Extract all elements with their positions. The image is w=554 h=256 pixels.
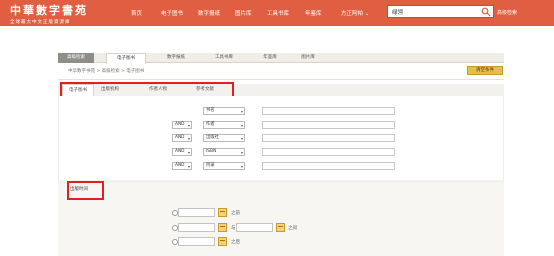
advanced-search-link[interactable]: 高级检索 <box>497 9 517 16</box>
search-input[interactable] <box>392 8 472 16</box>
field-select-value: 作者 <box>206 122 215 127</box>
nav-item-ebooks[interactable]: 电子图书 <box>161 9 183 17</box>
reset-conditions-button[interactable]: 清空条件 <box>467 66 503 75</box>
tab-advanced-search[interactable]: 高级检索 <box>58 53 94 63</box>
search-term-input[interactable] <box>262 121 395 129</box>
nav-item-yearbooks[interactable]: 年鉴库 <box>305 9 322 17</box>
operator-select-value: AND <box>175 135 185 140</box>
tab-yearbooks[interactable]: 年鉴库 <box>252 53 288 63</box>
operator-select[interactable]: AND ▾ <box>172 162 192 170</box>
field-select[interactable]: 作者 ▾ <box>203 121 245 129</box>
nav-item-reference[interactable]: 工具书库 <box>267 9 289 17</box>
calendar-icon[interactable] <box>218 208 227 217</box>
nav-item-newspapers[interactable]: 数字报纸 <box>198 9 220 17</box>
chevron-down-icon: ⌄ <box>364 11 370 17</box>
operator-select[interactable]: AND ▾ <box>172 121 192 129</box>
breadcrumb-current: 电子图书 <box>126 69 145 74</box>
nav-item-images[interactable]: 图片库 <box>235 9 252 17</box>
chevron-down-icon: ▾ <box>240 136 243 141</box>
divider <box>58 79 504 80</box>
date-input-from[interactable] <box>178 223 215 232</box>
breadcrumb-home[interactable]: 中华数字书苑 <box>68 69 95 74</box>
operator-select-value: AND <box>175 163 185 168</box>
header-bar: 中華數字書苑 全球最大中文正版資源庫 首页 电子图书 数字报纸 图片库 工具书库… <box>0 0 554 26</box>
chevron-down-icon: ▾ <box>187 150 190 155</box>
field-select-value: 书名 <box>206 108 215 113</box>
logo[interactable]: 中華數字書苑 全球最大中文正版資源庫 <box>10 2 88 25</box>
chevron-down-icon: ▾ <box>187 123 190 128</box>
nav-item-home[interactable]: 首页 <box>131 9 142 17</box>
tab-ebooks[interactable]: 电子图书 <box>106 53 146 64</box>
search-term-input[interactable] <box>262 148 395 156</box>
logo-subtitle: 全球最大中文正版資源庫 <box>10 20 71 25</box>
publication-time-section <box>58 183 504 256</box>
chevron-down-icon: ▾ <box>187 164 190 169</box>
date-input-after[interactable] <box>178 237 215 246</box>
field-select-value: 出版社 <box>206 135 219 140</box>
operator-select[interactable]: AND ▾ <box>172 134 192 142</box>
date-input-before[interactable] <box>178 208 215 217</box>
tab-images[interactable]: 图片库 <box>290 53 326 63</box>
date-input-to[interactable] <box>236 223 273 232</box>
search-term-input[interactable] <box>262 134 395 142</box>
chevron-down-icon: ▾ <box>240 164 243 169</box>
highlight-box-pubtime <box>67 181 104 200</box>
search-term-input[interactable] <box>262 162 395 170</box>
field-select-value: ISBN <box>206 149 217 154</box>
after-label: 之后 <box>231 240 240 245</box>
operator-select-value: AND <box>175 122 185 127</box>
before-label: 之前 <box>231 211 240 216</box>
operator-select-value: AND <box>175 149 185 154</box>
field-select[interactable]: ISBN ▾ <box>203 148 245 156</box>
field-select[interactable]: 目录 ▾ <box>203 162 245 170</box>
calendar-icon[interactable] <box>218 237 227 246</box>
chevron-down-icon: ▾ <box>240 150 243 155</box>
search-icon[interactable] <box>481 7 491 17</box>
breadcrumb-advanced[interactable]: 高级检索 <box>102 69 120 74</box>
and-label: 与 <box>231 226 236 231</box>
operator-select[interactable]: AND ▾ <box>172 148 192 156</box>
field-select-value: 目录 <box>206 163 215 168</box>
breadcrumb: 中华数字书苑 > 高级检索 > 电子图书 <box>68 68 144 74</box>
between-label: 之间 <box>288 226 297 231</box>
field-select[interactable]: 出版社 ▾ <box>203 134 245 142</box>
search-box <box>387 5 494 18</box>
search-type-tabs: 高级检索 电子图书 数字报纸 工具书库 年鉴库 图片库 <box>58 53 504 64</box>
logo-title: 中華數字書苑 <box>10 4 88 17</box>
field-select[interactable]: 书名 ▾ <box>203 107 245 115</box>
chevron-down-icon: ▾ <box>240 109 243 114</box>
chevron-down-icon: ▾ <box>240 123 243 128</box>
nav-item-founder[interactable]: 方正阿帕 ⌄ <box>341 9 369 17</box>
calendar-icon[interactable] <box>218 223 227 232</box>
calendar-icon[interactable] <box>276 223 285 232</box>
tab-reference[interactable]: 工具书库 <box>204 53 244 63</box>
nav-item-founder-label: 方正阿帕 <box>341 11 364 17</box>
chevron-down-icon: ▾ <box>187 136 190 141</box>
tab-newspapers[interactable]: 数字报纸 <box>156 53 196 63</box>
search-term-input[interactable] <box>262 107 395 115</box>
